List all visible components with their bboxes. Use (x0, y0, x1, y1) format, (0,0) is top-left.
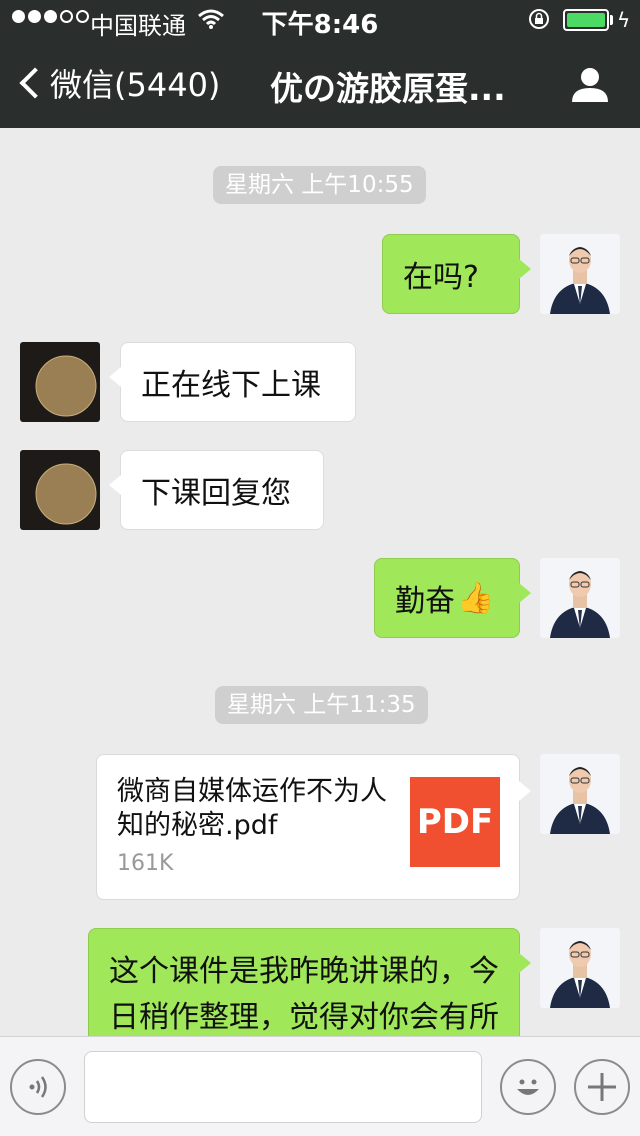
voice-button[interactable] (10, 1059, 66, 1115)
my-avatar[interactable] (540, 928, 620, 1008)
person-icon[interactable] (570, 64, 610, 104)
back-label: 微信(5440) (50, 66, 221, 104)
back-button[interactable]: 微信(5440) (18, 60, 220, 106)
timestamp: 星期六 上午10:55 (213, 166, 426, 204)
file-size: 161K (117, 851, 174, 876)
charging-icon: ϟ (617, 8, 631, 32)
emoji-icon (517, 1079, 539, 1095)
my-avatar-image (540, 234, 620, 314)
file-message[interactable]: 微商自媒体运作不为人知的秘密.pdf 161K PDF (96, 754, 531, 900)
message-text: 正在线下上课 (141, 368, 321, 403)
my-avatar-image (540, 754, 620, 834)
timestamp: 星期六 上午11:35 (215, 686, 428, 724)
message-text: 在吗? (403, 260, 479, 295)
message-bubble-contact[interactable]: 下课回复您 (109, 450, 324, 530)
input-bar (0, 1036, 640, 1136)
battery-tip (610, 15, 613, 25)
nav-bar: 微信(5440) 优の游胶原蛋... (0, 40, 640, 128)
my-avatar-image (540, 558, 620, 638)
message-text: 这个课件是我昨晚讲课的，今日稍作整理，觉得对你会有所帮助，所以发给你学 (109, 954, 499, 1035)
message-bubble-me[interactable]: 勤奋 👍 (374, 558, 531, 638)
contact-avatar[interactable] (20, 450, 100, 530)
my-avatar-image (540, 928, 620, 1008)
more-button[interactable] (574, 1059, 630, 1115)
message-text: 下课回复您 (141, 476, 291, 511)
contact-avatar-image (20, 342, 100, 422)
pdf-file-icon: PDF (410, 777, 500, 867)
message-bubble-contact[interactable]: 正在线下上课 (109, 342, 356, 422)
rotation-lock-icon (529, 9, 549, 29)
my-avatar[interactable] (540, 234, 620, 314)
chat-area[interactable]: 星期六 上午10:55 在吗? 正在线下上课 下课回复您 勤奋 👍 星期六 上午… (0, 128, 640, 1036)
contact-avatar[interactable] (20, 342, 100, 422)
my-avatar[interactable] (540, 558, 620, 638)
message-bubble-me[interactable]: 在吗? (382, 234, 531, 314)
message-text: 勤奋 (395, 584, 455, 619)
chevron-left-icon (19, 67, 51, 99)
my-avatar[interactable] (540, 754, 620, 834)
battery-level (567, 13, 605, 27)
message-bubble-me[interactable]: 这个课件是我昨晚讲课的，今日稍作整理，觉得对你会有所帮助，所以发给你学 (88, 928, 531, 1036)
status-bar: 中国联通 下午8:46 ϟ (0, 0, 640, 40)
thumbs-up-icon: 👍 (457, 580, 495, 616)
top-bar: 中国联通 下午8:46 ϟ 微信(5440) 优の游胶原蛋... (0, 0, 640, 128)
contact-avatar-image (20, 450, 100, 530)
file-name: 微商自媒体运作不为人知的秘密.pdf (117, 776, 387, 841)
chat-title: 优の游胶原蛋... (270, 69, 506, 108)
battery-icon (563, 9, 609, 31)
plus-icon (588, 1073, 616, 1101)
emoji-button[interactable] (500, 1059, 556, 1115)
voice-icon (29, 1076, 47, 1098)
message-input[interactable] (84, 1051, 482, 1123)
